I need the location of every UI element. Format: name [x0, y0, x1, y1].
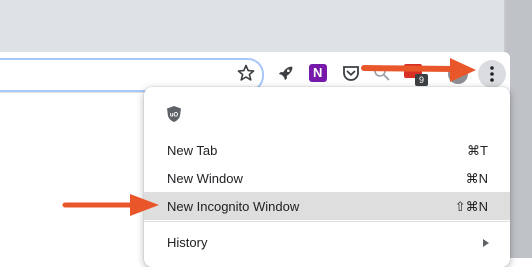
menu-item-shortcut: ⌘N	[465, 171, 488, 186]
annotation-arrow-left	[62, 194, 159, 216]
onenote-letter: N	[313, 65, 323, 80]
menu-item-history[interactable]: History	[144, 228, 510, 256]
submenu-arrow-icon	[483, 239, 489, 247]
menu-separator	[144, 221, 510, 222]
tab-strip-background	[0, 0, 532, 57]
chrome-menu: uO New Tab ⌘T New Window ⌘N New Incognit…	[144, 87, 510, 267]
pocket-icon[interactable]	[340, 62, 362, 84]
rocket-icon[interactable]	[275, 62, 297, 84]
menu-item-label: History	[167, 235, 208, 250]
menu-item-shortcut: ⌘T	[467, 143, 488, 158]
annotation-arrow-top	[361, 58, 476, 82]
onenote-icon[interactable]: N	[309, 64, 327, 82]
menu-item-new-window[interactable]: New Window ⌘N	[144, 164, 510, 192]
more-vert-icon	[490, 66, 494, 82]
menu-item-shortcut: ⇧⌘N	[454, 199, 488, 214]
menu-item-label: New Tab	[167, 143, 218, 158]
menu-item-new-tab[interactable]: New Tab ⌘T	[144, 136, 510, 164]
star-icon[interactable]	[236, 63, 256, 83]
menu-item-label: New Incognito Window	[167, 199, 300, 214]
svg-text:uO: uO	[170, 113, 179, 119]
ublock-icon[interactable]: uO	[166, 105, 182, 123]
chrome-menu-button[interactable]	[478, 60, 506, 88]
menu-item-new-incognito-window[interactable]: New Incognito Window ⇧⌘N	[144, 192, 510, 220]
menu-item-label: New Window	[167, 171, 243, 186]
